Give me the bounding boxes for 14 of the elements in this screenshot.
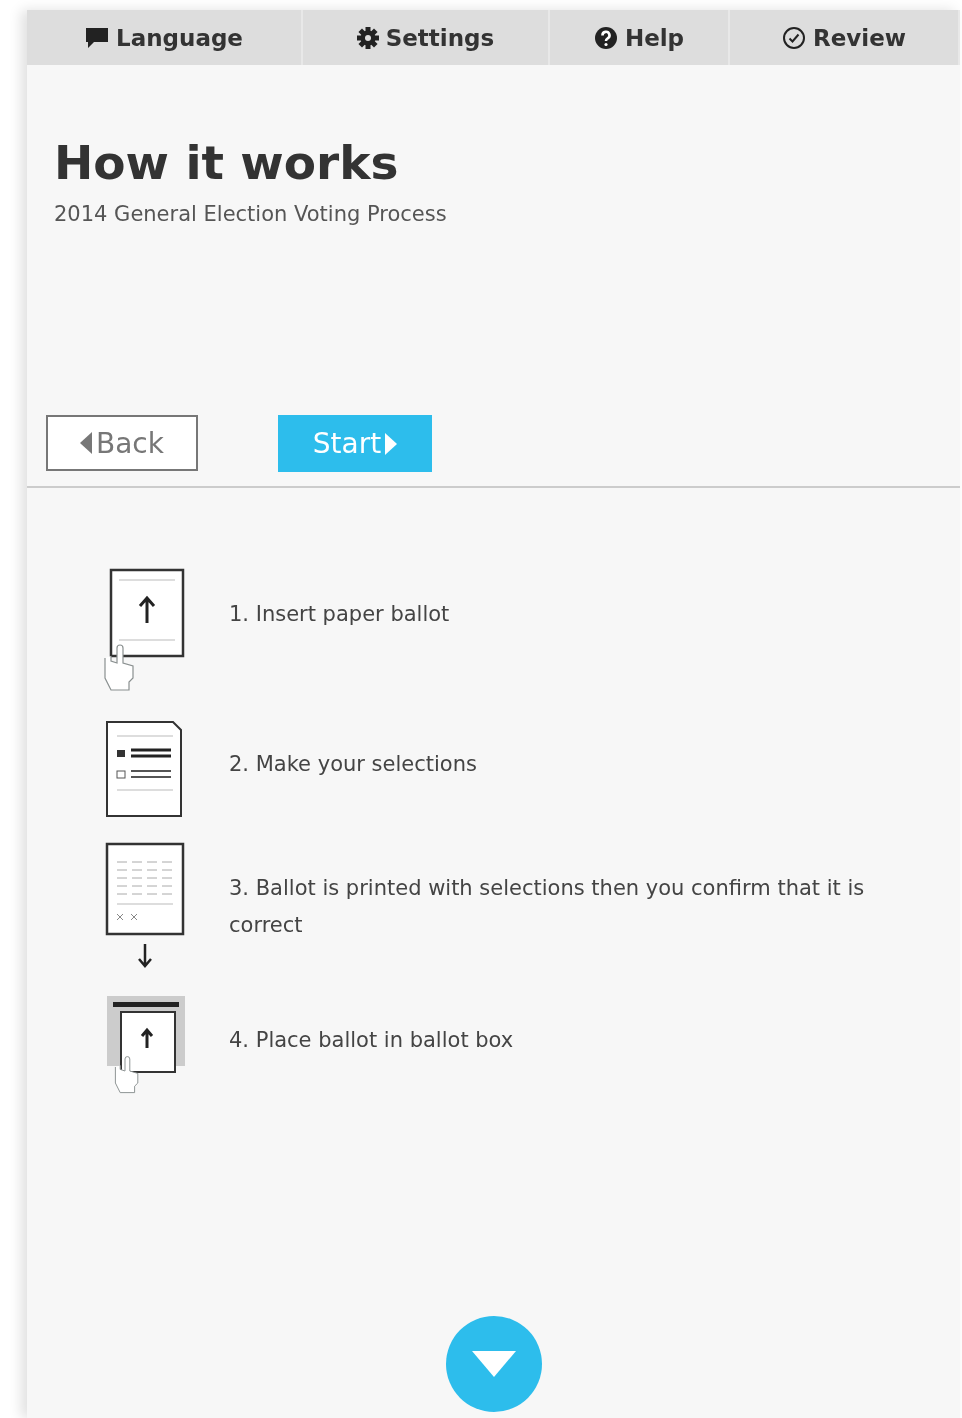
- step-text: 4. Place ballot in ballot box: [229, 1027, 514, 1054]
- speech-bubble-icon: [85, 26, 109, 49]
- page-subtitle: 2014 General Election Voting Process: [54, 202, 448, 226]
- step-text: 2. Make your selections: [229, 751, 477, 778]
- gear-icon: [356, 26, 379, 49]
- back-button[interactable]: Back: [46, 415, 198, 471]
- caret-right-icon: [385, 432, 398, 455]
- check-circle-icon: [781, 25, 806, 50]
- caret-down-icon: [471, 1351, 516, 1377]
- page-title: How it works: [54, 135, 400, 190]
- help-icon: [593, 25, 618, 50]
- step-text: 1. Insert paper ballot: [229, 601, 450, 628]
- caret-left-icon: [80, 432, 92, 454]
- step-text: 3. Ballot is printed with selections then you confirm that it is correct: [229, 875, 866, 939]
